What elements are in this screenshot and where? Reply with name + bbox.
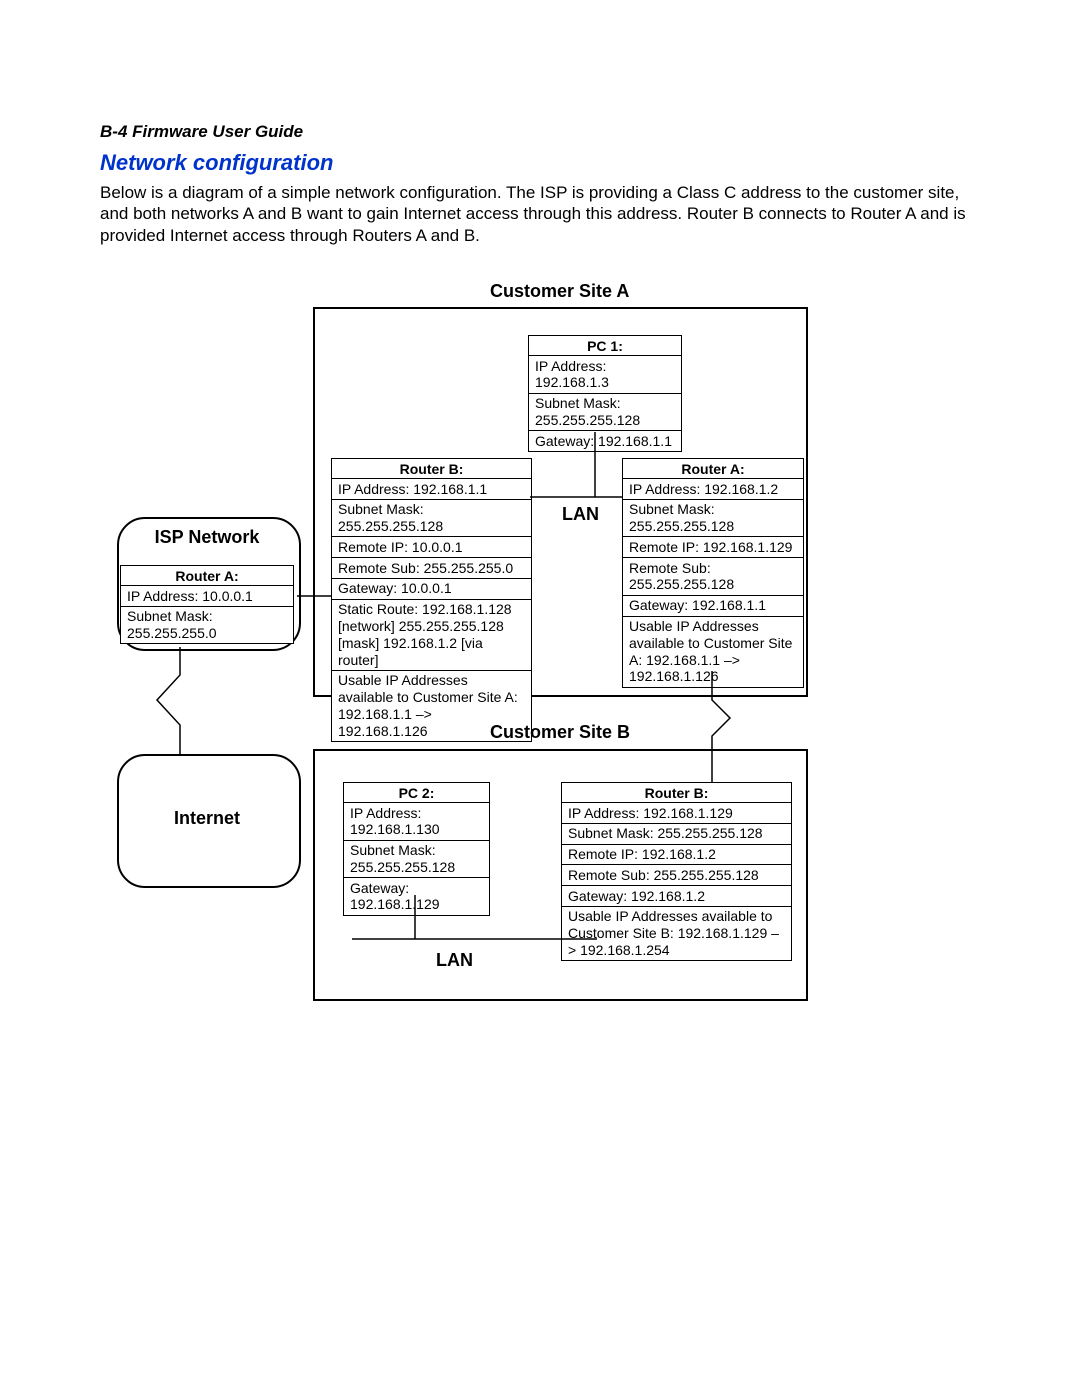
isp-router-a-box: Router A: IP Address: 10.0.0.1 Subnet Ma…: [120, 565, 294, 644]
isp-router-a-ip: IP Address: 10.0.0.1: [121, 585, 293, 606]
router-b-site-a-box: Router B: IP Address: 192.168.1.1 Subnet…: [331, 458, 532, 742]
pc2-label: PC 2:: [344, 783, 489, 802]
router-b-a-ip: IP Address: 192.168.1.1: [332, 478, 531, 499]
router-b-a-remote-sub: Remote Sub: 255.255.255.0: [332, 557, 531, 578]
router-a-a-label: Router A:: [623, 459, 803, 478]
router-b-a-label: Router B:: [332, 459, 531, 478]
intro-paragraph: Below is a diagram of a simple network c…: [100, 182, 980, 246]
router-b-b-remote-sub: Remote Sub: 255.255.255.128: [562, 864, 791, 885]
router-a-a-mask: Subnet Mask: 255.255.255.128: [623, 499, 803, 537]
section-title: Network configuration: [100, 150, 333, 176]
router-b-b-usable: Usable IP Addresses available to Custome…: [562, 906, 791, 960]
internet-title: Internet: [117, 808, 297, 829]
router-a-a-ip: IP Address: 192.168.1.2: [623, 478, 803, 499]
router-a-site-a-box: Router A: IP Address: 192.168.1.2 Subnet…: [622, 458, 804, 688]
router-b-b-label: Router B:: [562, 783, 791, 802]
router-b-b-gateway: Gateway: 192.168.1.2: [562, 885, 791, 906]
pc1-ip: IP Address: 192.168.1.3: [529, 355, 681, 393]
router-b-a-remote-ip: Remote IP: 10.0.0.1: [332, 536, 531, 557]
router-a-a-remote-sub: Remote Sub: 255.255.255.128: [623, 557, 803, 595]
pc2-ip: IP Address: 192.168.1.130: [344, 802, 489, 840]
pc1-box: PC 1: IP Address: 192.168.1.3 Subnet Mas…: [528, 335, 682, 452]
pc2-mask: Subnet Mask: 255.255.255.128: [344, 840, 489, 878]
router-a-a-gateway: Gateway: 192.168.1.1: [623, 595, 803, 616]
router-b-a-static-route: Static Route: 192.168.1.128 [network] 25…: [332, 599, 531, 670]
lan-label-a: LAN: [562, 504, 599, 525]
isp-router-a-label: Router A:: [121, 566, 293, 585]
router-b-b-mask: Subnet Mask: 255.255.255.128: [562, 823, 791, 844]
pc1-label: PC 1:: [529, 336, 681, 355]
router-b-b-ip: IP Address: 192.168.1.129: [562, 802, 791, 823]
pc1-mask: Subnet Mask: 255.255.255.128: [529, 393, 681, 431]
pc2-gateway: Gateway: 192.168.1.129: [344, 877, 489, 915]
router-b-a-gateway: Gateway: 10.0.0.1: [332, 578, 531, 599]
lan-label-b: LAN: [436, 950, 473, 971]
router-a-a-usable: Usable IP Addresses available to Custome…: [623, 616, 803, 687]
pc2-box: PC 2: IP Address: 192.168.1.130 Subnet M…: [343, 782, 490, 916]
customer-site-a-title: Customer Site A: [490, 281, 629, 302]
router-b-site-b-box: Router B: IP Address: 192.168.1.129 Subn…: [561, 782, 792, 961]
pc1-gateway: Gateway: 192.168.1.1: [529, 430, 681, 451]
router-a-a-remote-ip: Remote IP: 192.168.1.129: [623, 536, 803, 557]
page-header: B-4 Firmware User Guide: [100, 122, 303, 142]
isp-router-a-mask: Subnet Mask: 255.255.255.0: [121, 606, 293, 644]
isp-network-title: ISP Network: [117, 527, 297, 548]
router-b-b-remote-ip: Remote IP: 192.168.1.2: [562, 844, 791, 865]
customer-site-b-title: Customer Site B: [490, 722, 630, 743]
router-b-a-mask: Subnet Mask: 255.255.255.128: [332, 499, 531, 537]
